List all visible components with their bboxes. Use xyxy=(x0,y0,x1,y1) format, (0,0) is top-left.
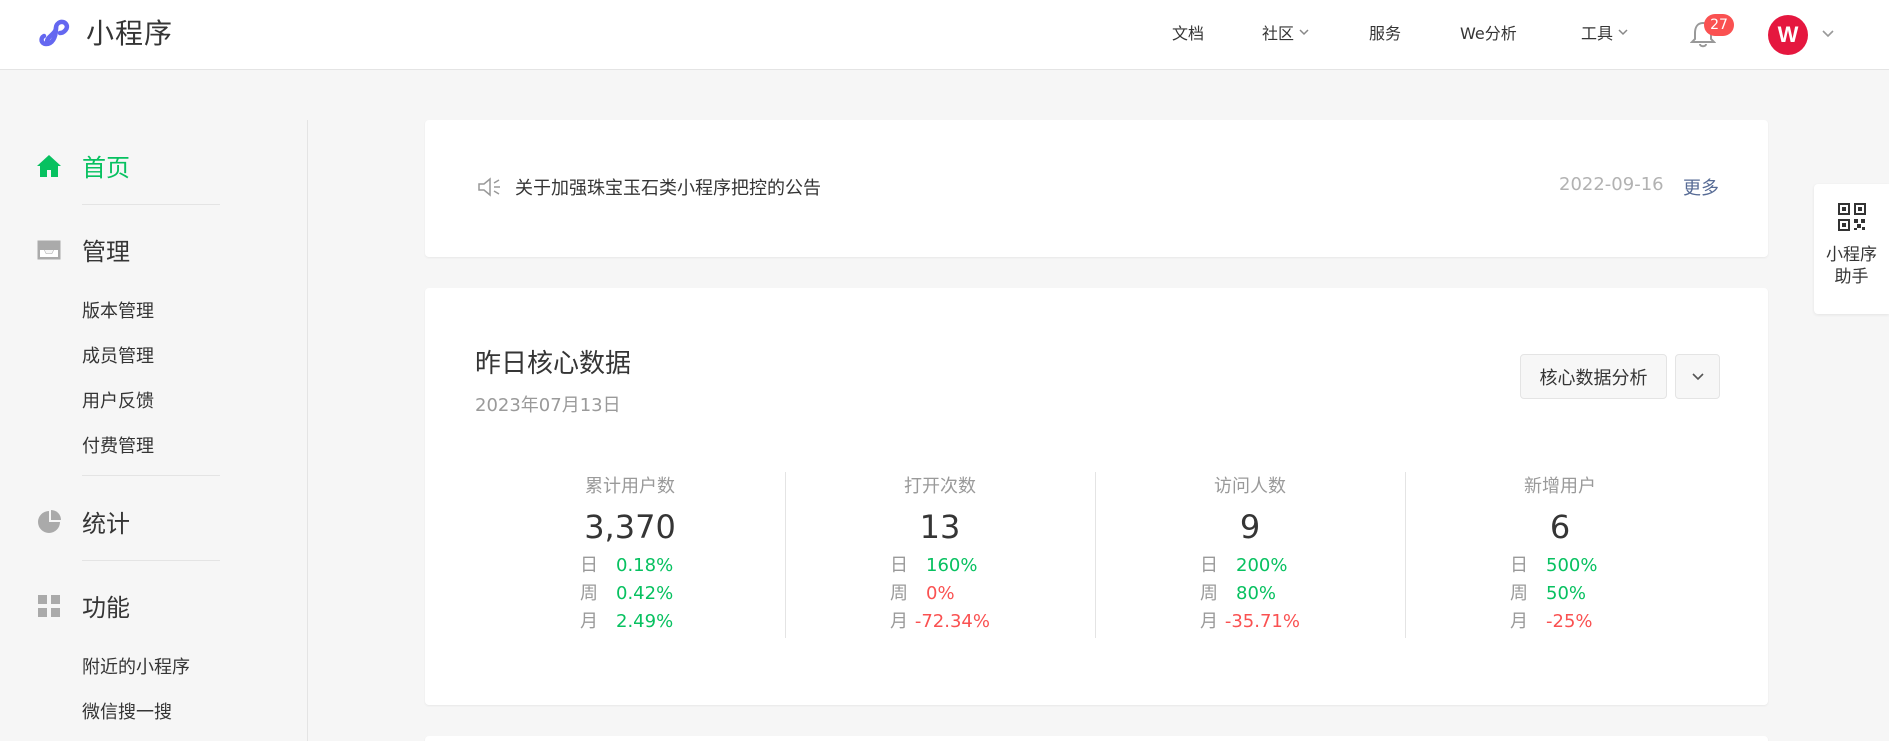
change-value: 0% xyxy=(926,583,955,604)
sidebar-item-label: 统计 xyxy=(82,510,130,538)
metric-label: 打开次数 xyxy=(904,476,976,497)
core-data-card: 昨日核心数据 2023年07月13日 核心数据分析 累计用户数 3,370 日0… xyxy=(425,288,1768,705)
notice-more-link[interactable]: 更多 xyxy=(1683,174,1719,200)
sidebar-item-label: 功能 xyxy=(82,594,130,622)
chevron-down-icon xyxy=(1691,372,1704,380)
sidebar-item-manage[interactable]: 管理 xyxy=(36,232,130,267)
avatar-letter: W xyxy=(1777,22,1799,47)
avatar[interactable]: W xyxy=(1768,15,1808,55)
sidebar-sub-payment[interactable]: 付费管理 xyxy=(82,432,154,458)
metric-visitors[interactable]: 访问人数 9 日 200% 周 80% 月 -35.71% xyxy=(1095,472,1405,638)
period-label: 月 xyxy=(1510,611,1528,632)
metric-value: 6 xyxy=(1549,508,1571,546)
change-value: 200% xyxy=(1236,555,1288,576)
miniprogram-logo-icon xyxy=(39,19,70,47)
change-value: -25% xyxy=(1546,611,1593,632)
notice-date: 2022-09-16 xyxy=(1559,174,1664,195)
next-card xyxy=(425,736,1768,741)
period-label: 日 xyxy=(1510,555,1528,576)
nav-docs-label: 文档 xyxy=(1172,24,1205,43)
period-label: 周 xyxy=(1200,583,1218,604)
chevron-down-icon xyxy=(1299,29,1309,36)
home-icon xyxy=(37,154,61,177)
change-value: 500% xyxy=(1546,555,1598,576)
period-label: 月 xyxy=(580,611,598,632)
sidebar-divider xyxy=(82,560,220,561)
grid-icon xyxy=(38,594,60,617)
chevron-down-icon[interactable] xyxy=(1820,26,1836,42)
miniprogram-helper-button[interactable]: 小程序 助手 xyxy=(1814,184,1889,314)
change-value: 160% xyxy=(926,555,978,576)
sidebar: 首页 管理 版本管理 成员管理 用户反馈 付费管理 统计 功能 附近的小程序 微… xyxy=(0,120,308,741)
sidebar-sub-search[interactable]: 微信搜一搜 xyxy=(82,698,172,724)
period-label: 周 xyxy=(1510,583,1528,604)
nav-docs[interactable]: 文档 xyxy=(1172,20,1204,44)
nav-we-analysis-label: We分析 xyxy=(1460,24,1517,43)
period-label: 周 xyxy=(580,583,598,604)
chevron-down-icon xyxy=(1618,29,1628,36)
change-value: -72.34% xyxy=(914,611,990,632)
period-label: 月 xyxy=(1200,611,1218,632)
change-value: 0.18% xyxy=(616,555,674,576)
nav-community-label: 社区 xyxy=(1262,24,1295,43)
helper-label-line1: 小程序 xyxy=(1826,245,1877,265)
logo[interactable]: 小程序 xyxy=(36,12,173,52)
metric-value: 9 xyxy=(1239,508,1261,546)
sidebar-divider xyxy=(82,204,220,205)
core-analysis-button[interactable]: 核心数据分析 xyxy=(1520,354,1667,399)
core-dropdown-button[interactable] xyxy=(1675,354,1720,399)
core-data-title: 昨日核心数据 xyxy=(475,349,632,379)
metric-opens[interactable]: 打开次数 13 日 160% 周 0% 月 -72.34% xyxy=(785,472,1095,638)
period-label: 月 xyxy=(890,611,908,632)
metric-value: 3,370 xyxy=(584,508,676,546)
change-value: 0.42% xyxy=(616,583,674,604)
nav-we-analysis[interactable]: We分析 xyxy=(1460,20,1517,44)
inbox-icon xyxy=(37,240,61,259)
nav-services[interactable]: 服务 xyxy=(1369,20,1401,44)
core-data-date: 2023年07月13日 xyxy=(475,395,621,416)
sidebar-sub-version[interactable]: 版本管理 xyxy=(82,297,154,323)
metric-label: 累计用户数 xyxy=(585,476,675,497)
metric-new-users[interactable]: 新增用户 6 日 500% 周 50% 月 -25% xyxy=(1405,472,1715,638)
sidebar-sub-nearby[interactable]: 附近的小程序 xyxy=(82,653,190,679)
notice-card: 关于加强珠宝玉石类小程序把控的公告 2022-09-16 更多 xyxy=(425,120,1768,257)
top-bar: 小程序 文档 社区 服务 We分析 工具 27 W xyxy=(0,0,1889,70)
sidebar-divider xyxy=(82,475,220,476)
change-value: 50% xyxy=(1546,583,1587,604)
sidebar-item-label: 首页 xyxy=(82,154,130,182)
sidebar-sub-members[interactable]: 成员管理 xyxy=(82,342,154,368)
speaker-icon xyxy=(478,177,500,197)
metric-label: 访问人数 xyxy=(1214,476,1286,497)
nav-tools-label: 工具 xyxy=(1581,24,1614,43)
core-metrics: 累计用户数 3,370 日 0.18% 周 0.42% 月 2.49% 打开次数 13… xyxy=(475,472,1715,638)
sidebar-item-home[interactable]: 首页 xyxy=(36,148,130,183)
metric-total-users[interactable]: 累计用户数 3,370 日 0.18% 周 0.42% 月 2.49% xyxy=(475,472,785,638)
period-label: 日 xyxy=(890,555,908,576)
notification-badge: 27 xyxy=(1704,14,1734,36)
sidebar-item-features[interactable]: 功能 xyxy=(36,588,130,623)
sidebar-item-label: 管理 xyxy=(82,238,130,266)
period-label: 日 xyxy=(580,555,598,576)
notice-title-link[interactable]: 关于加强珠宝玉石类小程序把控的公告 xyxy=(515,174,821,200)
nav-services-label: 服务 xyxy=(1369,24,1402,43)
pie-chart-icon xyxy=(38,509,61,533)
change-value: -35.71% xyxy=(1224,611,1300,632)
logo-text: 小程序 xyxy=(86,17,174,50)
change-value: 2.49% xyxy=(616,611,674,632)
nav-tools[interactable]: 工具 xyxy=(1581,20,1630,44)
metric-value: 13 xyxy=(919,508,961,546)
qr-code-icon xyxy=(1837,203,1866,231)
period-label: 日 xyxy=(1200,555,1218,576)
period-label: 周 xyxy=(890,583,908,604)
change-value: 80% xyxy=(1236,583,1277,604)
sidebar-item-stats[interactable]: 统计 xyxy=(36,504,130,539)
nav-community[interactable]: 社区 xyxy=(1262,20,1311,44)
helper-label-line2: 助手 xyxy=(1834,267,1869,287)
metric-label: 新增用户 xyxy=(1524,476,1596,497)
sidebar-sub-feedback[interactable]: 用户反馈 xyxy=(82,387,154,413)
